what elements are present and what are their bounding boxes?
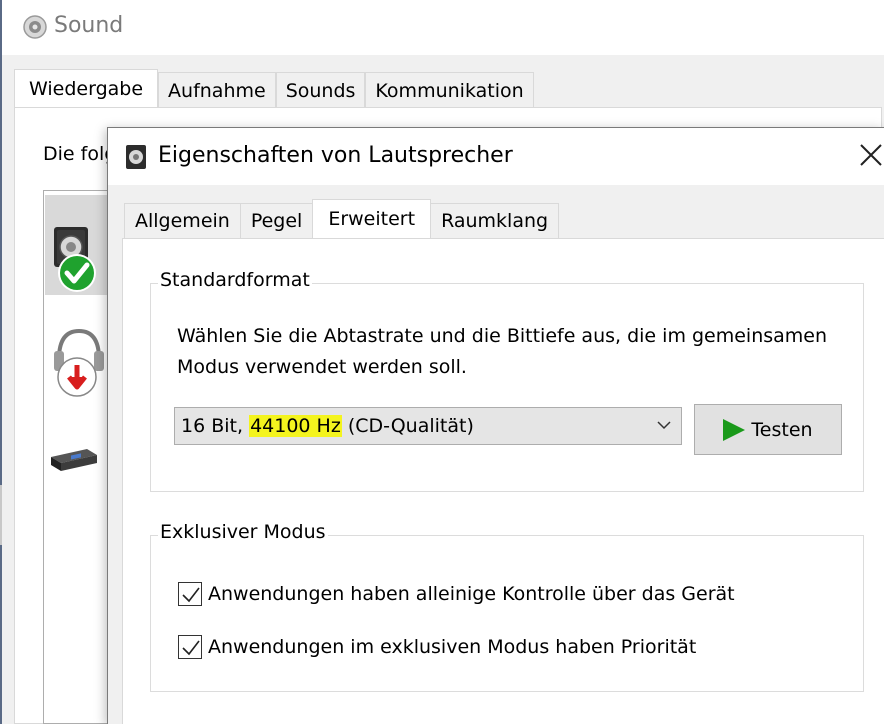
format-bit-depth: 16 Bit, — [181, 415, 250, 437]
playback-device-list[interactable] — [43, 190, 113, 724]
standardformat-description: Wählen Sie die Abtastrate und die Bittie… — [177, 325, 828, 378]
digital-output-icon — [51, 449, 97, 471]
device-item-headphones[interactable] — [45, 321, 109, 421]
tab-aufnahme[interactable]: Aufnahme — [158, 72, 276, 108]
format-sample-rate-highlight: 44100 Hz — [249, 415, 342, 437]
test-button-label: Testen — [751, 418, 813, 441]
standardformat-group: Standardformat Wählen Sie die Abtastrate… — [150, 269, 864, 492]
exclusive-control-label: Anwendungen haben alleinige Kontrolle üb… — [208, 583, 735, 605]
checkmark-icon — [182, 587, 200, 603]
sample-rate-select[interactable]: 16 Bit, 44100 Hz (CD-Qualität) — [174, 407, 682, 445]
dialog-tabs: Allgemein Pegel Erweitert Raumklang — [124, 199, 560, 241]
tab-wiedergabe[interactable]: Wiedergabe — [14, 69, 159, 109]
chevron-down-icon — [657, 421, 671, 430]
speaker-default-icon — [54, 227, 96, 292]
device-item-digital-output[interactable] — [45, 441, 109, 541]
tab-allgemein[interactable]: Allgemein — [124, 203, 240, 239]
tab-pegel[interactable]: Pegel — [239, 203, 313, 239]
exclusive-priority-checkbox[interactable] — [178, 635, 202, 659]
tab-kommunikation[interactable]: Kommunikation — [365, 72, 534, 108]
exclusive-mode-label: Exklusiver Modus — [158, 521, 328, 543]
exclusive-priority-option[interactable]: Anwendungen im exklusiven Modus haben Pr… — [178, 635, 696, 659]
standardformat-label: Standardformat — [158, 269, 312, 291]
checkmark-icon — [182, 640, 200, 656]
dialog-title: Eigenschaften von Lautsprecher — [158, 143, 513, 168]
close-icon[interactable] — [856, 140, 884, 170]
erweitert-panel: Standardformat Wählen Sie die Abtastrate… — [122, 238, 884, 724]
exclusive-mode-group: Exklusiver Modus Anwendungen haben allei… — [150, 521, 864, 692]
sound-window-title: Sound — [54, 13, 124, 38]
sound-window-titlebar[interactable]: Sound — [2, 0, 884, 55]
sound-tabs: Wiedergabe Aufnahme Sounds Kommunikation — [14, 69, 534, 109]
speaker-properties-dialog: Eigenschaften von Lautsprecher Allgemein… — [107, 127, 884, 724]
tab-raumklang[interactable]: Raumklang — [431, 203, 560, 239]
sound-intro-text: Die folg — [43, 143, 117, 165]
tab-erweitert[interactable]: Erweitert — [312, 199, 432, 241]
exclusive-control-checkbox[interactable] — [178, 582, 202, 606]
speaker-icon — [23, 15, 47, 39]
play-icon — [723, 418, 746, 441]
headphones-disabled-icon — [54, 328, 104, 397]
speaker-icon — [126, 145, 146, 169]
tab-sounds[interactable]: Sounds — [275, 72, 366, 108]
exclusive-control-option[interactable]: Anwendungen haben alleinige Kontrolle üb… — [178, 582, 735, 606]
format-quality: (CD-Qualität) — [341, 415, 474, 437]
test-button[interactable]: Testen — [694, 404, 842, 455]
exclusive-priority-label: Anwendungen im exklusiven Modus haben Pr… — [208, 636, 697, 658]
device-item-speaker[interactable] — [45, 195, 109, 295]
dialog-titlebar[interactable]: Eigenschaften von Lautsprecher — [108, 128, 884, 185]
